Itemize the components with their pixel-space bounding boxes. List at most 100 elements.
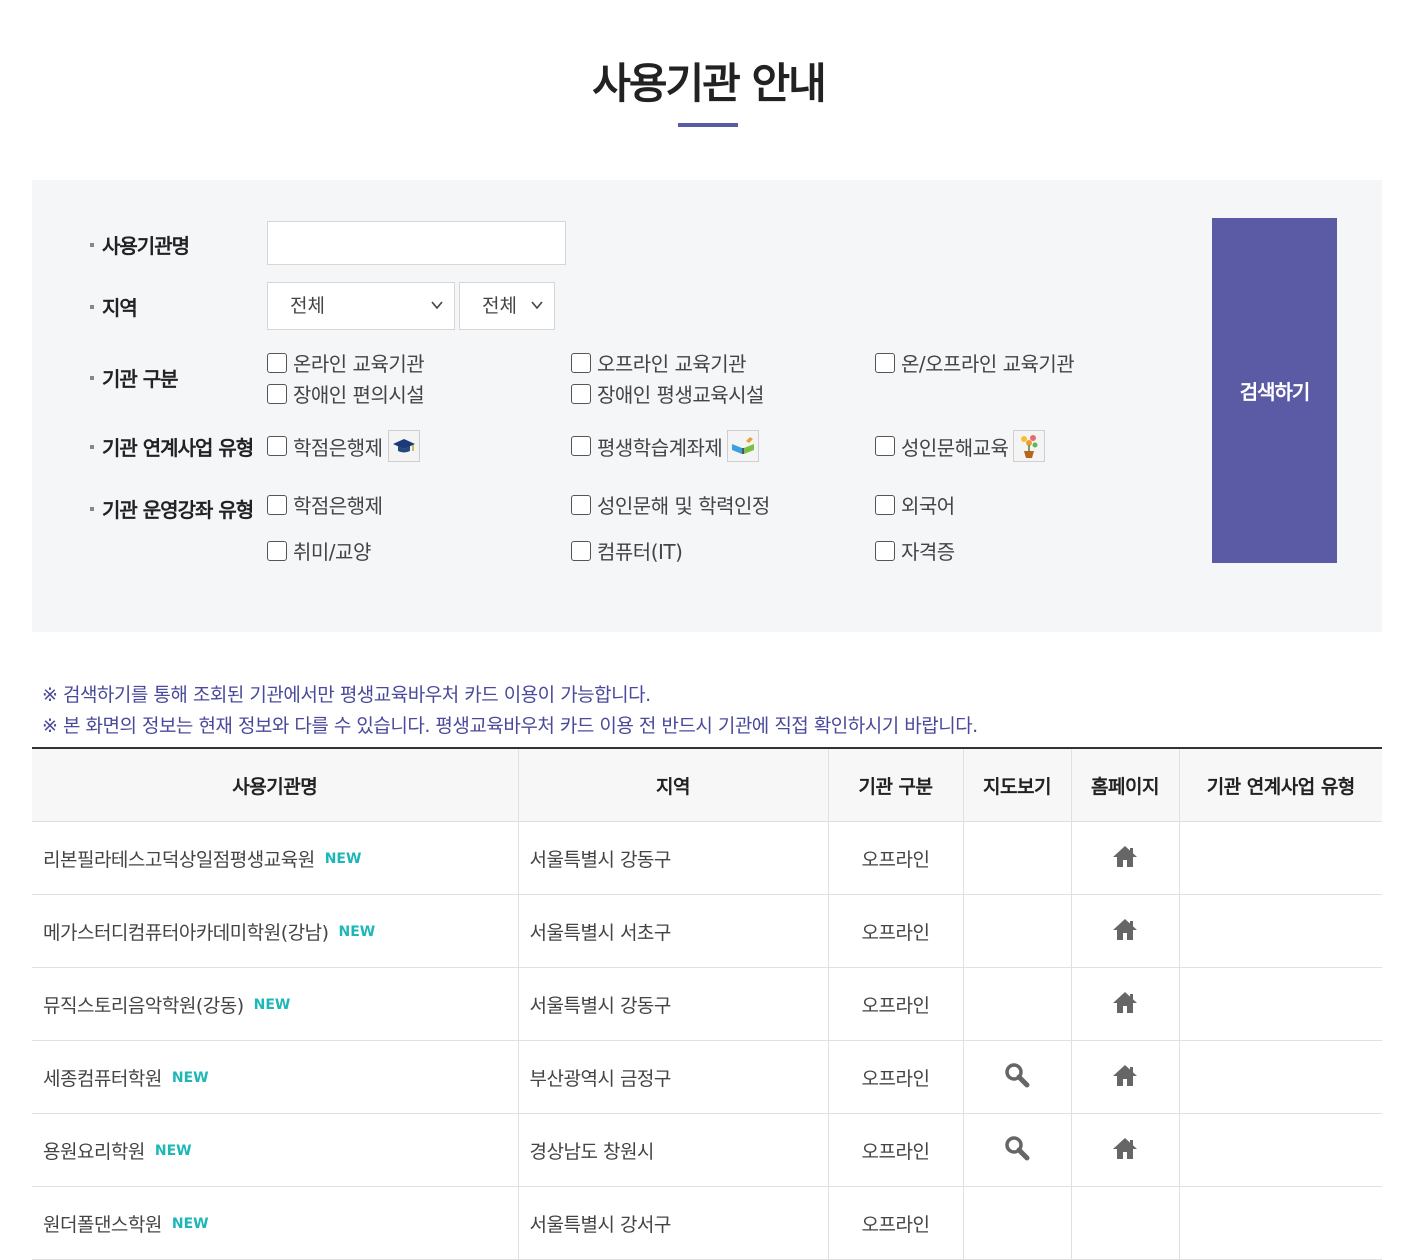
org-name-link[interactable]: 메가스터디컴퓨터아카데미학원(강남) [43,922,329,944]
col-header-program: 기관 연계사업 유형 [1179,748,1382,822]
map-cell [963,894,1072,968]
region-cell: 서울특별시 강동구 [518,821,829,895]
chevron-down-icon [431,301,443,310]
checkbox-box[interactable] [571,436,591,456]
checkbox-box[interactable] [875,436,895,456]
checkbox-box[interactable] [571,352,591,373]
course-certificate-checkbox[interactable]: 자격증 [875,536,955,565]
home-icon[interactable] [1112,844,1138,873]
org-name-cell[interactable]: 원더폴댄스학원 NEW [32,1186,519,1260]
course-hobby-checkbox[interactable]: 취미/교양 [267,536,371,565]
checkbox-box[interactable] [571,540,591,561]
program-cell [1179,1040,1382,1114]
org-name-label: 사용기관명 [90,230,190,259]
type-cell: 오프라인 [828,894,964,968]
org-name-cell[interactable]: 메가스터디컴퓨터아카데미학원(강남) NEW [32,894,519,968]
org-name-cell[interactable]: 세종컴퓨터학원 NEW [32,1040,519,1114]
new-badge: NEW [253,996,291,1013]
checkbox-label: 컴퓨터(IT) [597,540,683,564]
region-province-value: 전체 [290,295,325,317]
map-cell [963,1040,1072,1114]
course-computer-checkbox[interactable]: 컴퓨터(IT) [571,536,683,565]
org-table: 사용기관명 지역 기관 구분 지도보기 홈페이지 기관 연계사업 유형 리본필라… [32,747,1382,1260]
region-cell: 부산광역시 금정구 [518,1040,829,1114]
new-badge: NEW [171,1069,209,1086]
home-icon[interactable] [1112,917,1138,946]
checkbox-label: 평생학습계좌제 [597,435,723,460]
program-credit-bank-checkbox[interactable]: 학점은행제 [267,430,420,462]
checkbox-label: 성인문해 및 학력인정 [597,494,770,518]
new-badge: NEW [171,1215,209,1232]
homepage-cell [1071,894,1180,968]
homepage-cell [1071,967,1180,1041]
program-lifelong-account-checkbox[interactable]: 평생학습계좌제 [571,430,760,462]
checkbox-label: 학점은행제 [293,435,383,460]
home-icon[interactable] [1112,1136,1138,1165]
map-cell [963,821,1072,895]
col-header-name: 사용기관명 [32,748,519,822]
region-cell: 서울특별시 강동구 [518,967,829,1041]
org-name-cell[interactable]: 뮤직스토리음악학원(강동) NEW [32,967,519,1041]
program-cell [1179,1113,1382,1187]
new-badge: NEW [324,850,362,867]
search-button[interactable]: 검색하기 [1212,218,1337,563]
checkbox-box[interactable] [875,540,895,561]
type-offline-checkbox[interactable]: 오프라인 교육기관 [571,348,747,377]
checkbox-label: 취미/교양 [293,540,371,564]
region-province-select[interactable]: 전체 [267,282,455,330]
homepage-cell [1071,1113,1180,1187]
table-row: 리본필라테스고덕상일점평생교육원 NEW 서울특별시 강동구 오프라인 [32,821,1382,895]
type-cell: 오프라인 [828,1040,964,1114]
type-online-checkbox[interactable]: 온라인 교육기관 [267,348,425,377]
region-cell: 서울특별시 서초구 [518,894,829,968]
program-adult-literacy-checkbox[interactable]: 성인문해교육 [875,430,1046,462]
col-header-region: 지역 [518,748,829,822]
checkbox-box[interactable] [267,383,287,404]
checkbox-box[interactable] [571,494,591,515]
course-credit-bank-checkbox[interactable]: 학점은행제 [267,490,383,519]
region-cell: 경상남도 창원시 [518,1113,829,1187]
home-icon[interactable] [1112,1063,1138,1092]
org-name-link[interactable]: 뮤직스토리음악학원(강동) [43,995,244,1017]
region-cell: 서울특별시 강서구 [518,1186,829,1260]
region-label: 지역 [90,292,138,321]
org-name-input[interactable] [267,221,566,265]
type-disabled-lifelong-checkbox[interactable]: 장애인 평생교육시설 [571,379,764,408]
org-name-link[interactable]: 용원요리학원 [43,1141,145,1163]
chevron-down-icon [531,301,543,310]
org-name-link[interactable]: 리본필라테스고덕상일점평생교육원 [43,849,315,871]
org-name-cell[interactable]: 용원요리학원 NEW [32,1113,519,1187]
program-cell [1179,821,1382,895]
type-onoff-checkbox[interactable]: 온/오프라인 교육기관 [875,348,1075,377]
magnifier-icon[interactable] [1004,1135,1030,1166]
type-cell: 오프라인 [828,1113,964,1187]
checkbox-label: 온/오프라인 교육기관 [901,352,1075,376]
checkbox-box[interactable] [875,352,895,373]
col-header-type: 기관 구분 [828,748,964,822]
checkbox-box[interactable] [267,352,287,373]
course-literacy-checkbox[interactable]: 성인문해 및 학력인정 [571,490,770,519]
org-name-link[interactable]: 원더폴댄스학원 [43,1214,162,1236]
checkbox-box[interactable] [571,383,591,404]
checkbox-box[interactable] [267,436,287,456]
program-type-label: 기관 연계사업 유형 [90,432,254,461]
checkbox-box[interactable] [267,494,287,515]
home-icon[interactable] [1112,990,1138,1019]
magnifier-icon[interactable] [1004,1062,1030,1093]
checkbox-box[interactable] [267,540,287,561]
table-row: 뮤직스토리음악학원(강동) NEW 서울특별시 강동구 오프라인 [32,967,1382,1041]
course-type-label: 기관 운영강좌 유형 [90,494,254,523]
course-foreign-language-checkbox[interactable]: 외국어 [875,490,955,519]
homepage-cell [1071,1186,1180,1260]
checkbox-box[interactable] [875,494,895,515]
search-panel: 사용기관명 지역 전체 전체 기관 구분 온라인 교육기관 오프라인 교육기관 … [32,180,1382,632]
region-district-select[interactable]: 전체 [459,282,555,330]
program-cell [1179,967,1382,1041]
org-name-cell[interactable]: 리본필라테스고덕상일점평생교육원 NEW [32,821,519,895]
type-disabled-facility-checkbox[interactable]: 장애인 편의시설 [267,379,425,408]
table-row: 세종컴퓨터학원 NEW 부산광역시 금정구 오프라인 [32,1040,1382,1114]
type-cell: 오프라인 [828,1186,964,1260]
type-cell: 오프라인 [828,967,964,1041]
org-name-link[interactable]: 세종컴퓨터학원 [43,1068,162,1090]
checkbox-label: 자격증 [901,540,955,564]
